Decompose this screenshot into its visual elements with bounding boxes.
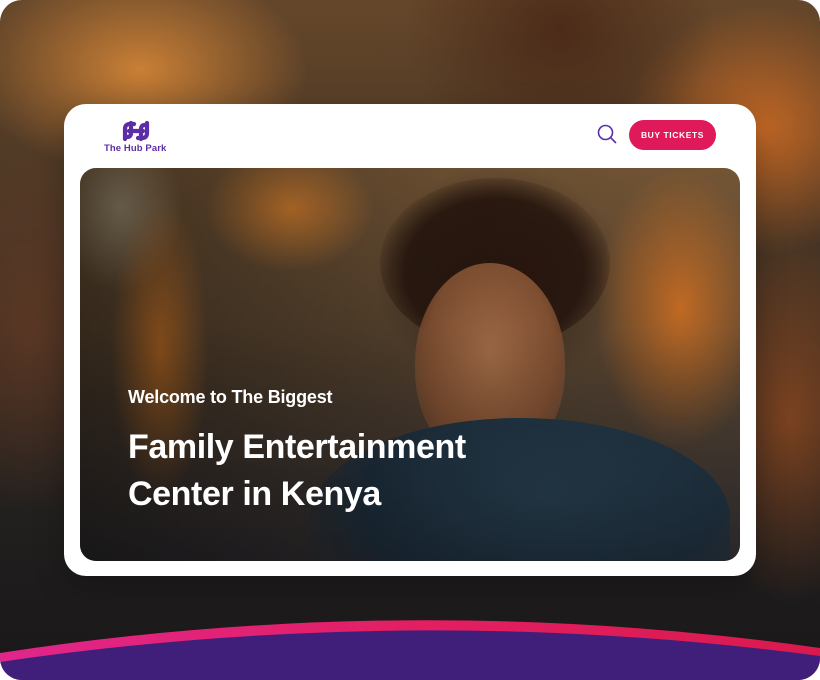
footer-wave xyxy=(0,620,820,680)
hero-title-line-1: Family Entertainment xyxy=(128,428,466,466)
page-frame: The Hub Park BUY TICKETS Welcome to The … xyxy=(0,0,820,680)
hero-card: The Hub Park BUY TICKETS Welcome to The … xyxy=(64,104,756,576)
search-icon xyxy=(597,124,617,144)
brand-logo[interactable]: The Hub Park xyxy=(104,120,166,154)
brand-name: The Hub Park xyxy=(104,143,167,154)
hero-subtitle: Welcome to The Biggest xyxy=(128,387,333,407)
hero-banner: Welcome to The Biggest Family Entertainm… xyxy=(80,168,740,561)
search-button[interactable] xyxy=(596,123,618,145)
buy-tickets-button[interactable]: BUY TICKETS xyxy=(629,120,716,150)
hero-title-line-2: Center in Kenya xyxy=(128,475,381,513)
hub-park-logo-icon xyxy=(122,120,150,142)
hero-title: Family Entertainment Center in Kenya xyxy=(128,424,508,518)
